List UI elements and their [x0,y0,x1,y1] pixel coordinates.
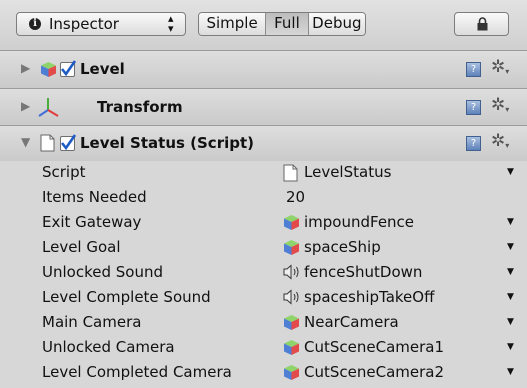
property-label: Level Complete Sound [42,288,211,306]
property-value: CutSceneCamera1 [304,338,445,356]
script-enabled-checkbox[interactable] [60,134,76,151]
property-object-field[interactable]: impoundFence ▼ [281,213,521,235]
property-object-field[interactable]: spaceShip ▼ [281,238,521,260]
property-value: impoundFence [304,213,415,231]
prefab-cube-icon [284,215,299,230]
transform-axes-icon [38,98,59,117]
help-book-icon[interactable]: ? [466,100,481,115]
property-value: fenceShutDown [304,263,423,281]
property-object-field[interactable]: NearCamera ▼ [281,313,521,335]
up-down-arrows-icon: ▴ ▾ [168,12,174,35]
foldout-arrow-icon[interactable]: ▼ [21,135,30,149]
foldout-arrow-icon[interactable]: ▶ [21,99,30,113]
dropdown-arrow-icon[interactable]: ▼ [507,217,514,227]
property-row: Unlocked Sound fenceShutDown ▼ [0,261,527,286]
mode-debug-button[interactable]: Debug [308,13,365,35]
lock-icon [477,17,488,31]
checkmark-icon [60,60,76,77]
property-object-field[interactable]: CutSceneCamera1 ▼ [281,338,521,360]
dropdown-arrow-icon[interactable]: ▼ [507,267,514,277]
inspector-toolbar: i Inspector ▴ ▾ Simple Full Debug [0,0,527,51]
gameobject-name: Level [80,60,125,78]
property-label: Exit Gateway [42,213,142,231]
property-value: spaceshipTakeOff [304,288,435,306]
property-value: spaceShip [304,238,381,256]
prefab-cube-icon [284,240,299,255]
script-file-icon [283,164,298,182]
help-book-icon[interactable]: ? [466,62,481,77]
help-book-icon[interactable]: ? [466,136,481,151]
panel-selector-dropdown[interactable]: i Inspector ▴ ▾ [16,12,186,36]
property-value: 20 [286,188,306,206]
mode-simple-button[interactable]: Simple [199,13,267,35]
audio-clip-icon [283,289,299,305]
property-label: Level Goal [42,238,121,256]
level-enabled-checkbox[interactable] [60,60,76,77]
property-label: Script [42,163,86,181]
property-label: Items Needed [42,188,147,206]
property-row: Unlocked Camera CutSceneCamera1 ▼ [0,336,527,361]
mode-full-button[interactable]: Full [266,13,309,35]
gear-icon[interactable]: ✲▾ [491,95,509,115]
inspector-mode-selector: Simple Full Debug [198,12,366,36]
script-properties: Script LevelStatus ▼ Items Needed 20 Exi… [0,161,527,388]
script-file-icon [40,134,55,152]
component-name: Level Status (Script) [80,134,254,152]
property-label: Unlocked Sound [42,263,163,281]
property-label: Unlocked Camera [42,338,175,356]
dropdown-arrow-icon[interactable]: ▼ [507,317,514,327]
component-name: Transform [97,98,183,116]
property-row: Main Camera NearCamera ▼ [0,311,527,336]
gameobject-header: ▶ Level ? ✲▾ [0,51,527,89]
dropdown-arrow-icon[interactable]: ▼ [507,292,514,302]
property-object-field[interactable]: fenceShutDown ▼ [281,263,521,285]
foldout-arrow-icon[interactable]: ▶ [21,61,30,75]
property-int-field[interactable]: 20 [281,188,521,210]
property-object-field[interactable]: CutSceneCamera2 ▼ [281,363,521,385]
property-row: Exit Gateway impoundFence ▼ [0,211,527,236]
property-value: LevelStatus [304,163,392,181]
prefab-cube-icon [284,340,299,355]
property-label: Level Completed Camera [42,363,232,381]
prefab-cube-icon [284,365,299,380]
property-row: Level Completed Camera CutSceneCamera2 ▼ [0,361,527,386]
transform-component-header: ▶ Transform ? ✲▾ [0,89,527,126]
gameobject-cube-icon [41,62,56,77]
property-value: NearCamera [304,313,399,331]
lock-button[interactable] [454,12,509,36]
info-icon: i [29,18,41,30]
gear-icon[interactable]: ✲▾ [491,57,509,77]
property-row: Level Goal spaceShip ▼ [0,236,527,261]
property-object-field[interactable]: spaceshipTakeOff ▼ [281,288,521,310]
checkmark-icon [60,134,76,151]
dropdown-arrow-icon[interactable]: ▼ [507,242,514,252]
prefab-cube-icon [284,315,299,330]
property-row: Script LevelStatus ▼ [0,161,527,186]
property-label: Main Camera [42,313,142,331]
property-object-field[interactable]: LevelStatus ▼ [281,163,521,185]
audio-clip-icon [283,264,299,280]
gear-icon[interactable]: ✲▾ [491,131,509,151]
property-row: Items Needed 20 [0,186,527,211]
script-component-header: ▼ Level Status (Script) ? ✲▾ [0,126,527,161]
dropdown-arrow-icon[interactable]: ▼ [507,342,514,352]
dropdown-arrow-icon[interactable]: ▼ [507,367,514,377]
property-value: CutSceneCamera2 [304,363,445,381]
dropdown-arrow-icon[interactable]: ▼ [507,167,514,177]
panel-selector-label: Inspector [49,15,119,33]
property-row: Level Complete Sound spaceshipTakeOff ▼ [0,286,527,311]
